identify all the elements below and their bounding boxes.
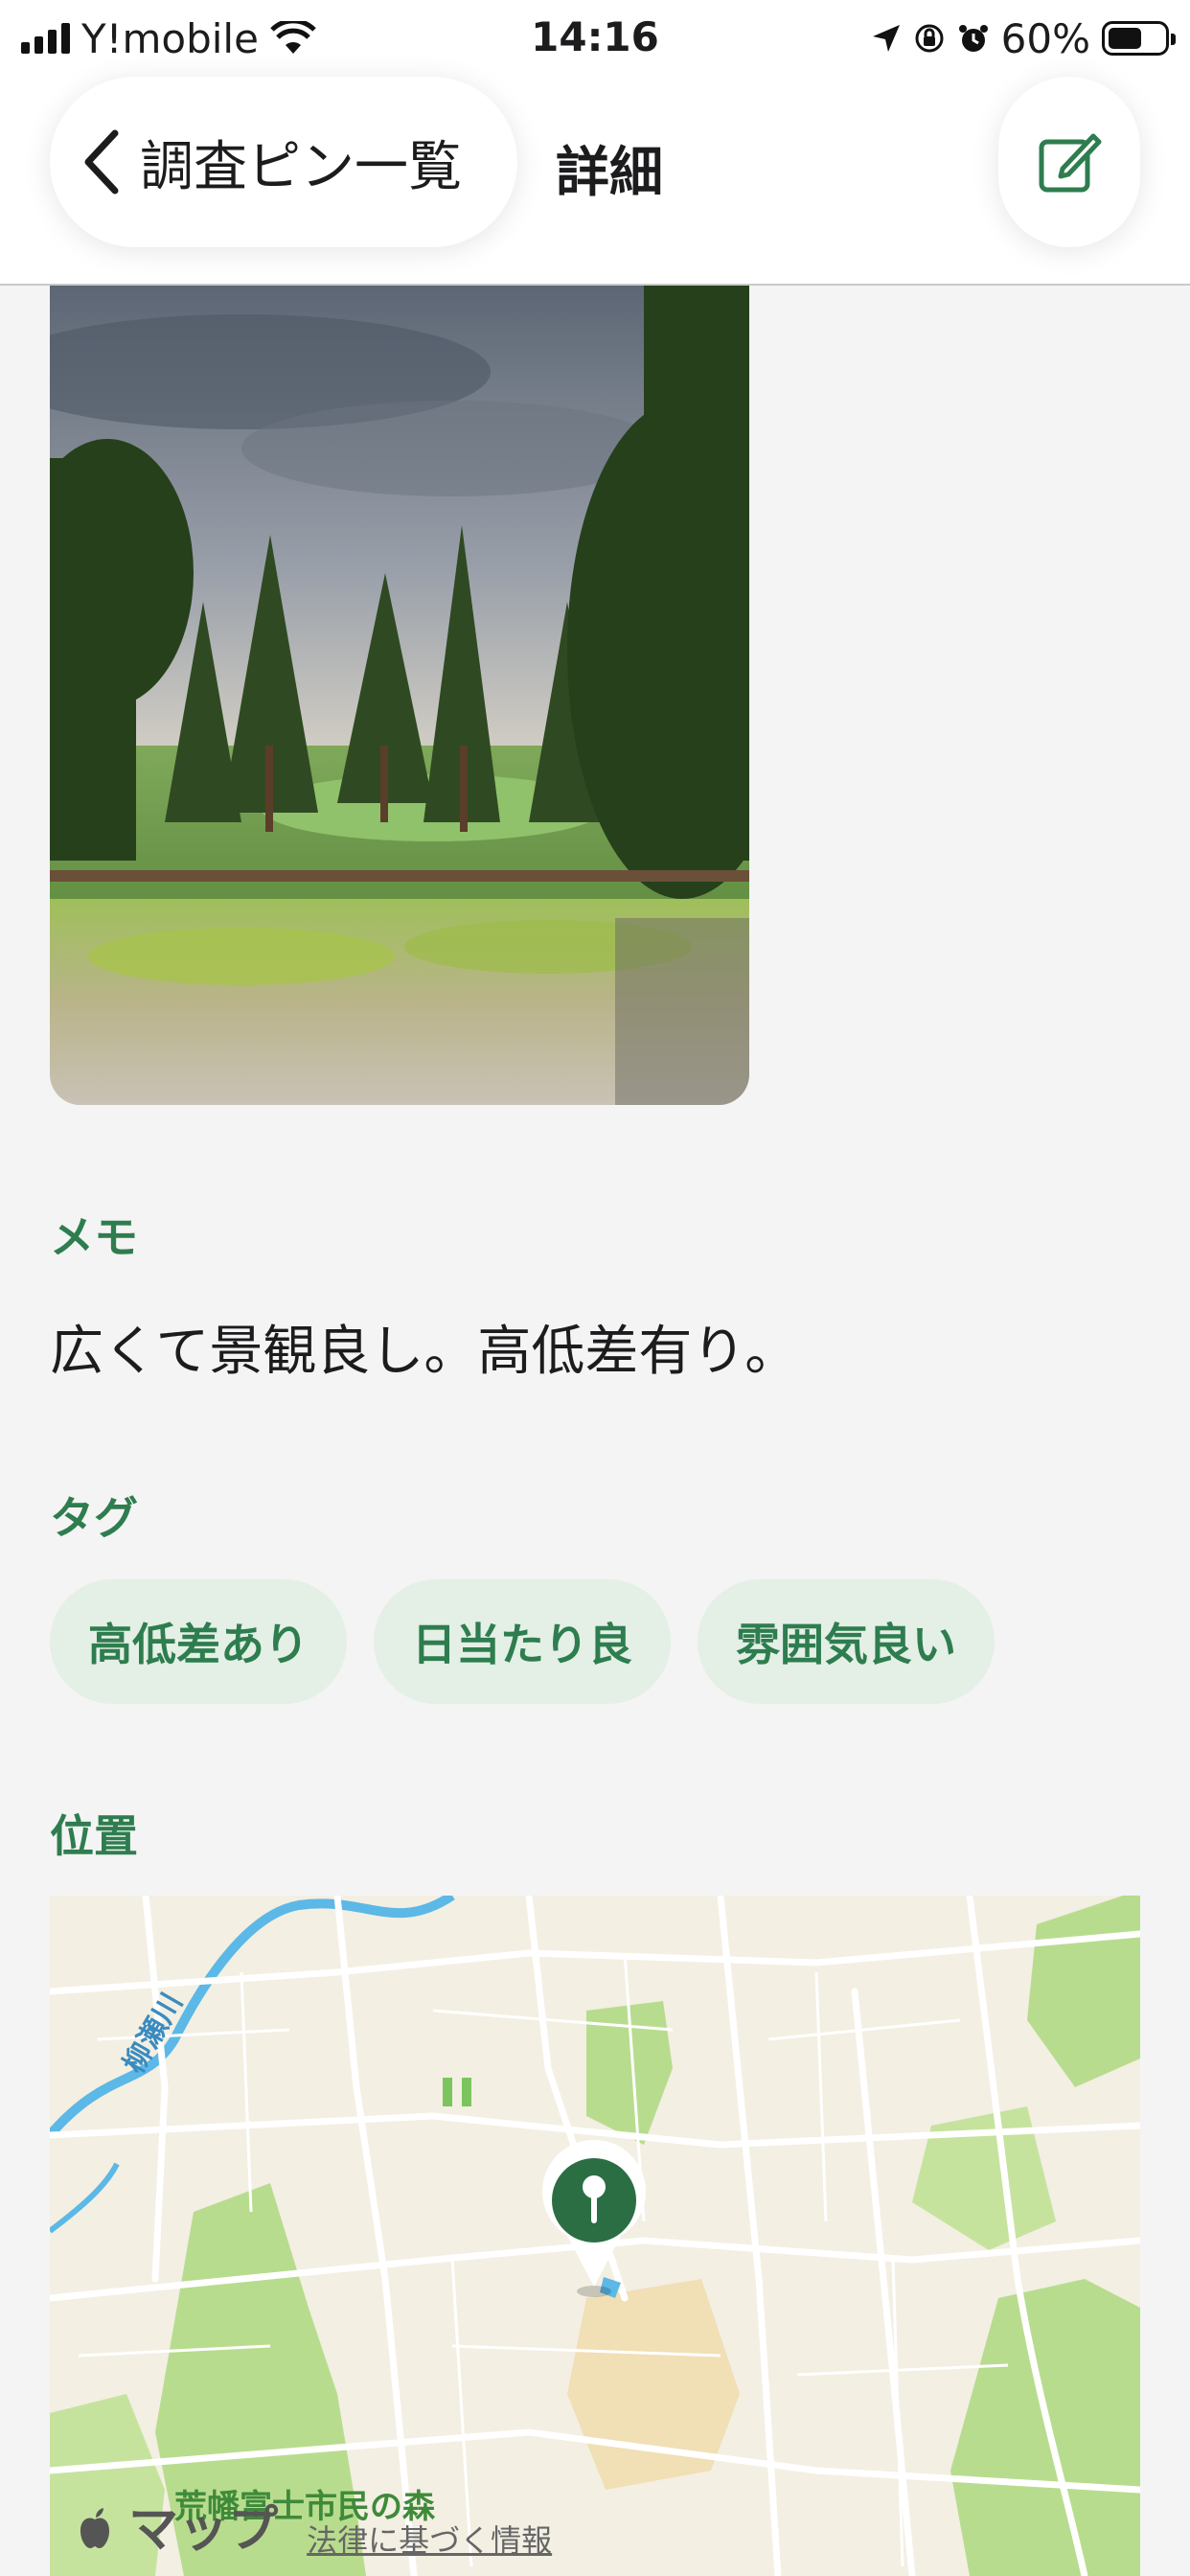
maps-logo: マップ [79, 2489, 278, 2561]
location-arrow-icon [872, 25, 900, 52]
edit-button[interactable] [998, 77, 1140, 247]
memo-label: メモ [50, 1211, 138, 1263]
back-button-label: 調査ピン一覧 [140, 135, 462, 198]
navigation-bar: 調査ピン一覧 詳細 [0, 77, 1190, 286]
page-title: 詳細 [556, 142, 663, 204]
photo-image [50, 286, 749, 1105]
rotation-lock-icon [915, 24, 944, 53]
tags-label: タグ [50, 1492, 138, 1544]
map-attribution: マップ 法律に基づく情報 [79, 2489, 552, 2561]
battery-percent: 60% [1000, 14, 1090, 62]
wifi-icon [270, 21, 316, 54]
carrier-label: Y!mobile [81, 14, 259, 62]
maps-brand-label: マップ [128, 2501, 279, 2559]
memo-text: 広くて景観良し。高低差有り。 [50, 1321, 799, 1383]
legal-info-link[interactable]: 法律に基づく情報 [307, 2517, 552, 2561]
alarm-icon [958, 25, 988, 52]
status-left: Y!mobile [21, 15, 316, 62]
edit-icon [1039, 133, 1102, 193]
back-button[interactable]: 調査ピン一覧 [50, 77, 517, 247]
tag-chip[interactable]: 高低差あり [50, 1579, 347, 1704]
map-canvas [50, 1896, 1140, 2576]
location-label: 位置 [50, 1810, 138, 1862]
tag-chip[interactable]: 雰囲気良い [698, 1579, 995, 1704]
tag-chip[interactable]: 日当たり良 [374, 1579, 671, 1704]
pin-photo[interactable] [50, 286, 749, 1105]
apple-logo-icon [80, 2508, 109, 2548]
location-map[interactable]: 柳瀬川 荒幡富士市民の森 マップ 法律に基づく情報 [50, 1896, 1140, 2576]
status-right: 60% [871, 14, 1176, 62]
battery-fill [1109, 28, 1141, 49]
chevron-left-icon [84, 129, 119, 195]
tag-list: 高低差あり 日当たり良 雰囲気良い [50, 1579, 995, 1704]
battery-icon [1102, 21, 1176, 56]
signal-icon [21, 23, 70, 54]
status-bar: Y!mobile 14:16 60% [0, 0, 1190, 77]
